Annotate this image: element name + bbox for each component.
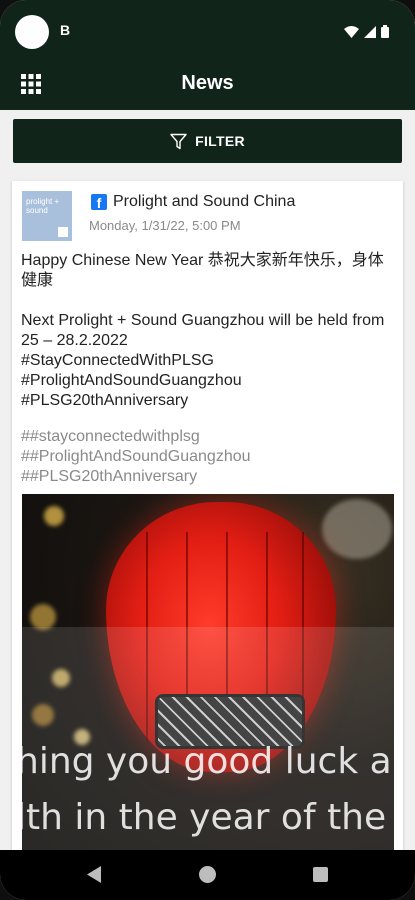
- notification-icon: B: [60, 22, 71, 38]
- source-name: Prolight and Sound China: [113, 193, 296, 210]
- status-avatar: [15, 15, 49, 49]
- post-body: Next Prolight + Sound Guangzhou will be …: [21, 312, 385, 409]
- status-icons: [344, 25, 389, 38]
- logo-mark: [58, 227, 68, 237]
- post-greeting: Happy Chinese New Year 恭祝大家新年快乐，身体健康: [21, 252, 384, 289]
- hashtag[interactable]: ##stayconnectedwithplsg: [21, 427, 393, 447]
- news-card[interactable]: prolight + sound f Prolight and Sound Ch…: [12, 181, 403, 881]
- system-nav-bar: [0, 850, 415, 900]
- bokeh-light: [322, 499, 392, 559]
- recents-icon[interactable]: [313, 867, 328, 882]
- post-image[interactable]: hing you good luck an lth in the year of…: [22, 494, 394, 881]
- page-title: News: [181, 72, 234, 94]
- post-text: Happy Chinese New Year 恭祝大家新年快乐，身体健康 Nex…: [21, 251, 393, 411]
- image-caption: hing you good luck an lth in the year of…: [22, 741, 394, 838]
- app-bar: News: [0, 58, 415, 110]
- bokeh-light: [44, 506, 64, 526]
- battery-icon: [381, 25, 389, 38]
- hashtag-list: ##stayconnectedwithplsg ##ProlightAndSou…: [21, 427, 393, 487]
- facebook-icon: f: [91, 194, 107, 210]
- source-logo: prolight + sound: [22, 191, 72, 241]
- funnel-icon: [170, 133, 187, 149]
- logo-text: prolight + sound: [26, 197, 60, 215]
- home-icon[interactable]: [199, 866, 216, 883]
- status-bar: B: [0, 0, 415, 58]
- back-icon[interactable]: [87, 866, 101, 883]
- hashtag[interactable]: ##ProlightAndSoundGuangzhou: [21, 447, 393, 467]
- wifi-icon: [344, 25, 359, 38]
- filter-button[interactable]: FILTER: [13, 119, 402, 163]
- hashtag[interactable]: ##PLSG20thAnniversary: [21, 467, 393, 487]
- post-date: Monday, 1/31/22, 5:00 PM: [89, 218, 241, 233]
- phone-screen: B News FILTER prolight + sound f Proligh…: [0, 0, 415, 900]
- signal-icon: [364, 25, 376, 38]
- filter-label: FILTER: [195, 133, 245, 149]
